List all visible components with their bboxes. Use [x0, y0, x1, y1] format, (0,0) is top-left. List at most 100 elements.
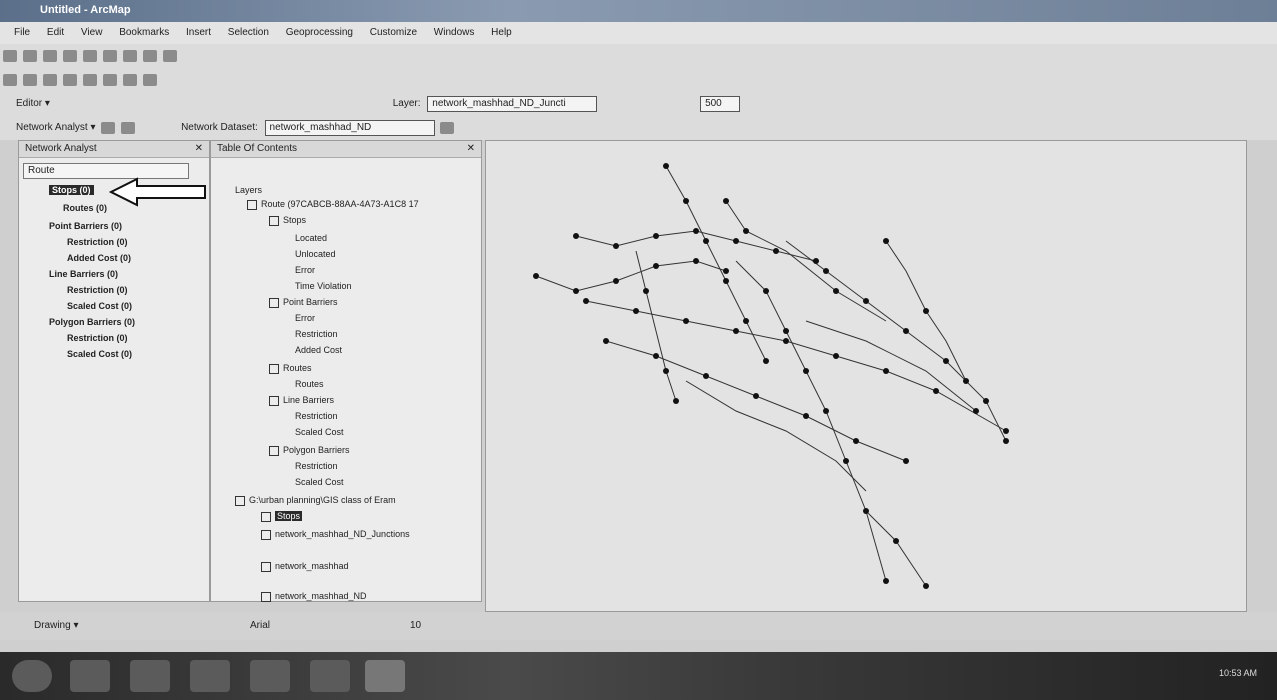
na-item-stops[interactable]: Stops (0)	[49, 185, 94, 195]
na-header: Network Analyst ✕	[19, 141, 209, 158]
tools-toolbar	[0, 68, 1277, 92]
layer-label: Layer:	[392, 98, 421, 109]
toc-polygon-barriers[interactable]: Polygon Barriers	[269, 445, 350, 456]
toc-title: Table Of Contents	[217, 143, 298, 154]
start-button[interactable]	[12, 660, 52, 692]
na-item-point-barriers[interactable]: Point Barriers (0)	[49, 221, 122, 231]
annotation-arrow-icon	[109, 177, 206, 207]
toc-network-nd-layer[interactable]: network_mashhad_ND	[261, 591, 367, 602]
toc-stops-layer[interactable]: Stops	[261, 511, 303, 522]
font-size-select[interactable]: 10	[410, 620, 421, 631]
toc-stops[interactable]: Stops	[269, 215, 306, 226]
redo-icon[interactable]	[143, 50, 157, 62]
toc-routes[interactable]: Routes	[269, 363, 312, 374]
zoom-in-icon[interactable]	[3, 74, 17, 86]
na-item-routes[interactable]: Routes (0)	[63, 203, 107, 213]
toc-route-group[interactable]: Route (97CABCB-88AA-4A73-A1C8 17	[247, 199, 419, 210]
na-item-line-barriers[interactable]: Line Barriers (0)	[49, 269, 118, 279]
taskbar-app-5[interactable]	[310, 660, 350, 692]
toc-pg-restriction: Restriction	[295, 461, 338, 471]
editor-toolbar: Editor ▾ Layer: network_mashhad_ND_Junct…	[0, 92, 1277, 116]
toc-pg-scaled-cost: Scaled Cost	[295, 477, 344, 487]
find-icon[interactable]	[123, 74, 137, 86]
menu-insert[interactable]: Insert	[186, 27, 211, 38]
menu-geoprocessing[interactable]: Geoprocessing	[286, 27, 353, 38]
cut-icon[interactable]	[83, 50, 97, 62]
toc-time-violation: Time Violation	[295, 281, 352, 291]
network-analyst-toolbar: Network Analyst ▾ Network Dataset: netwo…	[0, 116, 1277, 140]
taskbar-app-3[interactable]	[190, 660, 230, 692]
drawing-toolbar: Drawing ▾ Arial 10	[0, 612, 1277, 640]
menu-selection[interactable]: Selection	[228, 27, 269, 38]
font-select[interactable]: Arial	[250, 620, 270, 631]
full-extent-icon[interactable]	[63, 74, 77, 86]
scale-input[interactable]: 500	[700, 96, 741, 112]
toc-pb-added-cost: Added Cost	[295, 345, 343, 355]
close-icon[interactable]: ✕	[467, 143, 475, 154]
network-analyst-menu[interactable]: Network Analyst ▾	[16, 122, 96, 133]
na-title: Network Analyst	[25, 143, 97, 154]
menu-file[interactable]: File	[14, 27, 30, 38]
toc-line-barriers[interactable]: Line Barriers	[269, 395, 334, 406]
na-item-added-cost[interactable]: Added Cost (0)	[67, 253, 131, 263]
na-item-scaled-cost[interactable]: Scaled Cost (0)	[67, 349, 132, 359]
clock: 10:53 AM	[1218, 668, 1257, 678]
toc-header: Table Of Contents ✕	[211, 141, 481, 158]
open-icon[interactable]	[23, 50, 37, 62]
identify-icon[interactable]	[103, 74, 117, 86]
toc-lb-restriction: Restriction	[295, 411, 338, 421]
menu-bar: File Edit View Bookmarks Insert Selectio…	[0, 22, 1277, 44]
toc-network-layer[interactable]: network_mashhad	[261, 561, 349, 572]
menu-help[interactable]: Help	[491, 27, 512, 38]
toc-routes-symbol: Routes	[295, 379, 324, 389]
toc-unlocated: Unlocated	[295, 249, 336, 259]
copy-icon[interactable]	[103, 50, 117, 62]
toc-error: Error	[295, 265, 315, 275]
menu-customize[interactable]: Customize	[370, 27, 417, 38]
na-item-scaled-cost[interactable]: Scaled Cost (0)	[67, 301, 132, 311]
na-item-polygon-barriers[interactable]: Polygon Barriers (0)	[49, 317, 135, 327]
toc-point-barriers[interactable]: Point Barriers	[269, 297, 338, 308]
taskbar-app-arcmap[interactable]	[365, 660, 405, 692]
toc-layers[interactable]: Layers	[235, 185, 262, 195]
measure-icon[interactable]	[143, 74, 157, 86]
toc-located: Located	[295, 233, 328, 243]
toc-pb-error: Error	[295, 313, 315, 323]
network-analyst-window: Network Analyst ✕ Route Stops (0) Routes…	[18, 140, 210, 602]
zoom-out-icon[interactable]	[23, 74, 37, 86]
save-icon[interactable]	[43, 50, 57, 62]
taskbar-app-2[interactable]	[130, 660, 170, 692]
dataset-select[interactable]: network_mashhad_ND	[264, 120, 435, 136]
menu-bookmarks[interactable]: Bookmarks	[119, 27, 169, 38]
taskbar-app-1[interactable]	[70, 660, 110, 692]
close-icon[interactable]: ✕	[195, 143, 203, 154]
na-window-icon[interactable]	[101, 122, 116, 134]
menu-view[interactable]: View	[81, 27, 103, 38]
dataset-label: Network Dataset:	[181, 122, 258, 133]
add-data-icon[interactable]	[163, 50, 177, 62]
new-route-icon[interactable]	[121, 122, 136, 134]
editor-menu[interactable]: Editor ▾	[16, 98, 50, 109]
toc-junctions-layer[interactable]: network_mashhad_ND_Junctions	[261, 529, 410, 540]
print-icon[interactable]	[63, 50, 77, 62]
street-network-map[interactable]	[486, 141, 1246, 611]
solve-icon[interactable]	[440, 122, 455, 134]
taskbar-app-4[interactable]	[250, 660, 290, 692]
layer-select[interactable]: network_mashhad_ND_Juncti	[427, 96, 598, 112]
toc-folder-group[interactable]: G:\urban planning\GIS class of Eram	[235, 495, 396, 506]
drawing-menu[interactable]: Drawing ▾	[34, 620, 78, 631]
new-icon[interactable]	[3, 50, 17, 62]
window-title: Untitled - ArcMap	[40, 4, 131, 16]
table-of-contents: Table Of Contents ✕ Layers Route (97CABC…	[210, 140, 482, 602]
menu-edit[interactable]: Edit	[47, 27, 64, 38]
taskbar: 10:53 AM	[0, 652, 1277, 700]
na-item-restriction[interactable]: Restriction (0)	[67, 237, 128, 247]
na-item-restriction[interactable]: Restriction (0)	[67, 333, 128, 343]
select-icon[interactable]	[83, 74, 97, 86]
pan-icon[interactable]	[43, 74, 57, 86]
undo-icon[interactable]	[123, 50, 137, 62]
title-bar: Untitled - ArcMap	[0, 0, 1277, 22]
na-item-restriction[interactable]: Restriction (0)	[67, 285, 128, 295]
map-view[interactable]	[485, 140, 1247, 612]
menu-windows[interactable]: Windows	[434, 27, 475, 38]
